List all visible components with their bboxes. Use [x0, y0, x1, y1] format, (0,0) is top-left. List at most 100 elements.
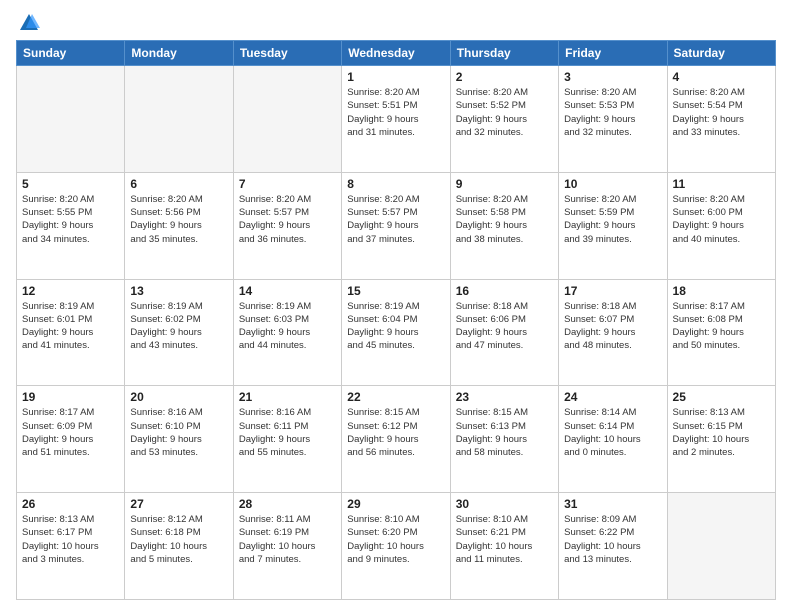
calendar-cell	[17, 66, 125, 173]
calendar-cell: 10 Sunrise: 8:20 AM Sunset: 5:59 PM Dayli…	[559, 172, 667, 279]
day-number: 16	[456, 284, 553, 298]
day-number: 21	[239, 390, 336, 404]
day-number: 6	[130, 177, 227, 191]
day-info: Sunrise: 8:18 AM Sunset: 6:07 PM Dayligh…	[564, 300, 661, 353]
calendar-cell: 8Sunrise: 8:20 AM Sunset: 5:57 PM Daylig…	[342, 172, 450, 279]
calendar-cell: 25 Sunrise: 8:13 AM Sunset: 6:15 PM Dayli…	[667, 386, 775, 493]
calendar-week-4: 19Sunrise: 8:17 AM Sunset: 6:09 PM Dayli…	[17, 386, 776, 493]
day-number: 31	[564, 497, 661, 511]
day-info: Sunrise: 8:17 AM Sunset: 6:08 PM Dayligh…	[673, 300, 770, 353]
day-number: 30	[456, 497, 553, 511]
calendar-cell: 1 Sunrise: 8:20 AM Sunset: 5:51 PM Daylig…	[342, 66, 450, 173]
calendar-week-3: 12 Sunrise: 8:19 AM Sunset: 6:01 PM Dayli…	[17, 279, 776, 386]
day-number: 25	[673, 390, 770, 404]
calendar-cell: 21 Sunrise: 8:16 AM Sunset: 6:11 PM Dayli…	[233, 386, 341, 493]
calendar-cell	[233, 66, 341, 173]
day-info: Sunrise: 8:20 AM Sunset: 5:57 PM Dayligh…	[239, 193, 336, 246]
day-info: Sunrise: 8:20 AM Sunset: 6:00 PM Dayligh…	[673, 193, 770, 246]
day-number: 15	[347, 284, 444, 298]
calendar-cell: 3Sunrise: 8:20 AM Sunset: 5:53 PM Daylig…	[559, 66, 667, 173]
calendar-week-1: 1 Sunrise: 8:20 AM Sunset: 5:51 PM Daylig…	[17, 66, 776, 173]
calendar-header-thursday: Thursday	[450, 41, 558, 66]
day-info: Sunrise: 8:20 AM Sunset: 5:53 PM Dayligh…	[564, 86, 661, 139]
calendar-cell	[667, 493, 775, 600]
day-info: Sunrise: 8:20 AM Sunset: 5:52 PM Dayligh…	[456, 86, 553, 139]
day-info: Sunrise: 8:20 AM Sunset: 5:59 PM Dayligh…	[564, 193, 661, 246]
calendar-header-row: SundayMondayTuesdayWednesdayThursdayFrid…	[17, 41, 776, 66]
calendar-cell: 2 Sunrise: 8:20 AM Sunset: 5:52 PM Daylig…	[450, 66, 558, 173]
day-info: Sunrise: 8:20 AM Sunset: 5:54 PM Dayligh…	[673, 86, 770, 139]
day-number: 24	[564, 390, 661, 404]
day-number: 13	[130, 284, 227, 298]
day-info: Sunrise: 8:16 AM Sunset: 6:10 PM Dayligh…	[130, 406, 227, 459]
calendar-header-friday: Friday	[559, 41, 667, 66]
calendar-cell: 20 Sunrise: 8:16 AM Sunset: 6:10 PM Dayli…	[125, 386, 233, 493]
day-info: Sunrise: 8:13 AM Sunset: 6:17 PM Dayligh…	[22, 513, 119, 566]
day-info: Sunrise: 8:15 AM Sunset: 6:13 PM Dayligh…	[456, 406, 553, 459]
calendar-cell	[125, 66, 233, 173]
day-info: Sunrise: 8:15 AM Sunset: 6:12 PM Dayligh…	[347, 406, 444, 459]
calendar-table: SundayMondayTuesdayWednesdayThursdayFrid…	[16, 40, 776, 600]
day-number: 26	[22, 497, 119, 511]
day-number: 11	[673, 177, 770, 191]
calendar-cell: 9 Sunrise: 8:20 AM Sunset: 5:58 PM Daylig…	[450, 172, 558, 279]
calendar-cell: 27 Sunrise: 8:12 AM Sunset: 6:18 PM Dayli…	[125, 493, 233, 600]
calendar-header-tuesday: Tuesday	[233, 41, 341, 66]
day-info: Sunrise: 8:19 AM Sunset: 6:02 PM Dayligh…	[130, 300, 227, 353]
calendar-cell: 14 Sunrise: 8:19 AM Sunset: 6:03 PM Dayli…	[233, 279, 341, 386]
calendar-cell: 28Sunrise: 8:11 AM Sunset: 6:19 PM Dayli…	[233, 493, 341, 600]
header	[16, 12, 776, 32]
calendar-cell: 31 Sunrise: 8:09 AM Sunset: 6:22 PM Dayli…	[559, 493, 667, 600]
day-info: Sunrise: 8:14 AM Sunset: 6:14 PM Dayligh…	[564, 406, 661, 459]
day-info: Sunrise: 8:20 AM Sunset: 5:51 PM Dayligh…	[347, 86, 444, 139]
calendar-cell: 16Sunrise: 8:18 AM Sunset: 6:06 PM Dayli…	[450, 279, 558, 386]
calendar-cell: 5Sunrise: 8:20 AM Sunset: 5:55 PM Daylig…	[17, 172, 125, 279]
day-info: Sunrise: 8:19 AM Sunset: 6:01 PM Dayligh…	[22, 300, 119, 353]
calendar-cell: 22Sunrise: 8:15 AM Sunset: 6:12 PM Dayli…	[342, 386, 450, 493]
calendar-cell: 6 Sunrise: 8:20 AM Sunset: 5:56 PM Daylig…	[125, 172, 233, 279]
day-number: 23	[456, 390, 553, 404]
calendar-cell: 13 Sunrise: 8:19 AM Sunset: 6:02 PM Dayli…	[125, 279, 233, 386]
day-info: Sunrise: 8:16 AM Sunset: 6:11 PM Dayligh…	[239, 406, 336, 459]
day-number: 28	[239, 497, 336, 511]
calendar-header-monday: Monday	[125, 41, 233, 66]
day-info: Sunrise: 8:19 AM Sunset: 6:04 PM Dayligh…	[347, 300, 444, 353]
calendar-week-2: 5Sunrise: 8:20 AM Sunset: 5:55 PM Daylig…	[17, 172, 776, 279]
day-number: 2	[456, 70, 553, 84]
day-number: 9	[456, 177, 553, 191]
logo-icon	[18, 12, 40, 34]
day-number: 27	[130, 497, 227, 511]
page: SundayMondayTuesdayWednesdayThursdayFrid…	[0, 0, 792, 612]
calendar-cell: 17Sunrise: 8:18 AM Sunset: 6:07 PM Dayli…	[559, 279, 667, 386]
calendar-cell: 29Sunrise: 8:10 AM Sunset: 6:20 PM Dayli…	[342, 493, 450, 600]
day-info: Sunrise: 8:20 AM Sunset: 5:56 PM Dayligh…	[130, 193, 227, 246]
calendar-cell: 15 Sunrise: 8:19 AM Sunset: 6:04 PM Dayli…	[342, 279, 450, 386]
day-number: 18	[673, 284, 770, 298]
calendar-week-5: 26 Sunrise: 8:13 AM Sunset: 6:17 PM Dayli…	[17, 493, 776, 600]
calendar-cell: 12 Sunrise: 8:19 AM Sunset: 6:01 PM Dayli…	[17, 279, 125, 386]
calendar-cell: 18 Sunrise: 8:17 AM Sunset: 6:08 PM Dayli…	[667, 279, 775, 386]
day-number: 1	[347, 70, 444, 84]
day-number: 19	[22, 390, 119, 404]
logo	[16, 12, 40, 32]
day-number: 8	[347, 177, 444, 191]
day-info: Sunrise: 8:10 AM Sunset: 6:20 PM Dayligh…	[347, 513, 444, 566]
calendar-header-wednesday: Wednesday	[342, 41, 450, 66]
day-info: Sunrise: 8:10 AM Sunset: 6:21 PM Dayligh…	[456, 513, 553, 566]
day-number: 14	[239, 284, 336, 298]
day-info: Sunrise: 8:13 AM Sunset: 6:15 PM Dayligh…	[673, 406, 770, 459]
day-number: 12	[22, 284, 119, 298]
day-info: Sunrise: 8:20 AM Sunset: 5:58 PM Dayligh…	[456, 193, 553, 246]
day-info: Sunrise: 8:09 AM Sunset: 6:22 PM Dayligh…	[564, 513, 661, 566]
day-number: 7	[239, 177, 336, 191]
calendar-header-saturday: Saturday	[667, 41, 775, 66]
calendar-cell: 26 Sunrise: 8:13 AM Sunset: 6:17 PM Dayli…	[17, 493, 125, 600]
calendar-cell: 19Sunrise: 8:17 AM Sunset: 6:09 PM Dayli…	[17, 386, 125, 493]
calendar-cell: 23 Sunrise: 8:15 AM Sunset: 6:13 PM Dayli…	[450, 386, 558, 493]
day-info: Sunrise: 8:19 AM Sunset: 6:03 PM Dayligh…	[239, 300, 336, 353]
calendar-cell: 4Sunrise: 8:20 AM Sunset: 5:54 PM Daylig…	[667, 66, 775, 173]
day-number: 5	[22, 177, 119, 191]
day-number: 20	[130, 390, 227, 404]
day-number: 10	[564, 177, 661, 191]
day-info: Sunrise: 8:12 AM Sunset: 6:18 PM Dayligh…	[130, 513, 227, 566]
